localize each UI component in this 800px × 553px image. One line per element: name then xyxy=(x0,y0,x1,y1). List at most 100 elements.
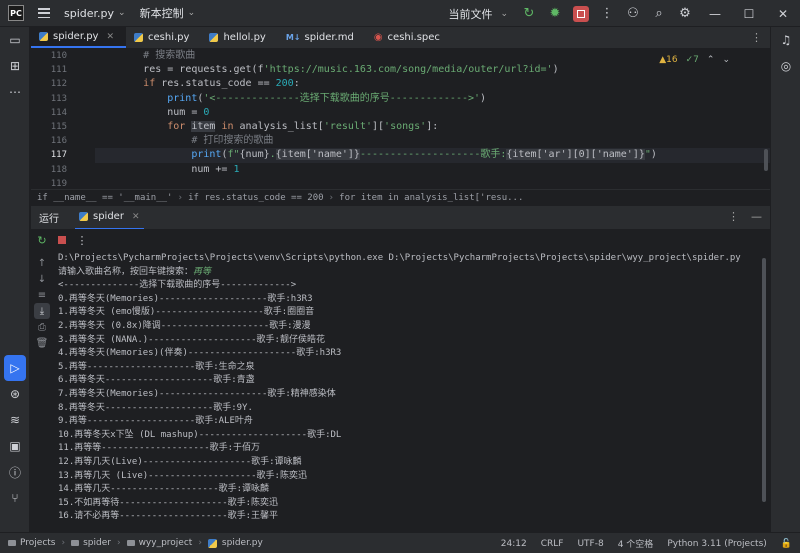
git-branch-icon[interactable]: ⑂ xyxy=(0,485,30,511)
gear-icon[interactable]: ⚙ xyxy=(672,0,698,27)
line-number[interactable]: 113 xyxy=(31,92,71,106)
code-token: 200 xyxy=(275,78,294,90)
main-menu-icon[interactable] xyxy=(38,8,50,18)
close-icon[interactable]: ✕ xyxy=(132,212,140,222)
code-token: 'https://music.163.com/song/media/outer/… xyxy=(263,64,553,76)
inspection-widget[interactable]: ▲16 ✓7 ⌃ ⌄ xyxy=(659,55,730,65)
code-line[interactable]: num += 1 xyxy=(95,163,770,177)
run-config-selector[interactable]: 当前文件 xyxy=(448,6,492,22)
code-token: ) xyxy=(480,92,487,104)
structure-icon[interactable]: ⊞ xyxy=(0,53,30,79)
minimize-panel-icon[interactable]: — xyxy=(751,210,762,223)
code-line[interactable]: num = 0 xyxy=(95,106,770,120)
breadcrumb-item[interactable]: if res.status_code == 200 xyxy=(188,193,323,203)
line-number[interactable]: 117 xyxy=(31,148,71,162)
right-tool-strip: ♫ ◎ xyxy=(770,27,800,532)
tab-ceshi-py[interactable]: ceshi.py xyxy=(126,27,201,48)
console-line: <--------------选择下载歌曲的序号-------------> xyxy=(58,280,297,291)
code-line[interactable]: print(f"{num}.{item['name']}------------… xyxy=(95,148,770,163)
trash-icon[interactable]: 🗑 xyxy=(31,335,53,351)
chevron-down-icon: ⌄ xyxy=(118,8,126,18)
project-selector[interactable]: spider.py xyxy=(64,7,114,20)
more-vertical-icon[interactable]: ⋮ xyxy=(73,231,91,249)
console-scrollbar[interactable] xyxy=(762,258,766,502)
file-encoding[interactable]: UTF-8 xyxy=(577,539,603,549)
code-token: {num} xyxy=(239,149,270,161)
breadcrumb-item[interactable]: if __name__ == '__main__' xyxy=(37,193,172,203)
lock-icon[interactable]: 🔓 xyxy=(781,539,792,549)
problems-icon[interactable]: ⓘ xyxy=(0,459,30,485)
close-icon[interactable]: ✕ xyxy=(106,32,114,42)
code-area[interactable]: # 搜索歌曲 res = requests.get(f'https://musi… xyxy=(95,49,770,187)
chevron-down-icon: ⌄ xyxy=(187,8,196,18)
tab-spider-py[interactable]: spider.py ✕ xyxy=(31,27,127,48)
more-vertical-icon[interactable]: ⋮ xyxy=(728,210,739,223)
line-ending[interactable]: CRLF xyxy=(541,539,564,549)
layers-icon[interactable]: ≋ xyxy=(0,407,30,433)
rerun-icon[interactable]: ↻ xyxy=(33,231,51,249)
more-vertical-icon[interactable]: ⋮ xyxy=(751,31,762,44)
line-number[interactable]: 115 xyxy=(31,120,71,134)
vcs-selector[interactable]: 新本控制 xyxy=(140,5,184,21)
chevron-down-icon: ⌄ xyxy=(722,55,730,65)
status-path-item[interactable]: spider.py xyxy=(222,538,263,548)
arrow-down-icon[interactable]: ↓ xyxy=(31,271,53,287)
scroll-to-end-icon[interactable]: ⤓ xyxy=(34,303,50,319)
line-number[interactable]: 112 xyxy=(31,77,71,91)
tab-ceshi-spec[interactable]: ◉ ceshi.spec xyxy=(366,27,452,48)
notifications-bell-icon[interactable]: ♫ xyxy=(771,27,800,53)
code-line[interactable]: res = requests.get(f'https://music.163.c… xyxy=(95,63,770,77)
line-number[interactable]: 119 xyxy=(31,177,71,187)
code-token: {item['ar'][0]['name']} xyxy=(506,149,645,161)
terminal-icon[interactable]: ▣ xyxy=(0,433,30,459)
search-icon[interactable]: ⌕ xyxy=(646,0,672,27)
soft-wrap-icon[interactable]: ≡ xyxy=(31,287,53,303)
cursor-position[interactable]: 24:12 xyxy=(501,539,527,549)
tab-hellol-py[interactable]: hellol.py xyxy=(201,27,277,48)
run-tool-icon[interactable]: ▷ xyxy=(4,355,26,381)
line-number[interactable]: 110 xyxy=(31,49,71,63)
run-panel-title: 运行 xyxy=(39,214,59,225)
console-line: 9.再等--------------------歌手:ALE叶舟 xyxy=(58,416,253,427)
print-icon[interactable]: ⎙ xyxy=(31,319,53,335)
status-path-item[interactable]: wyy_project xyxy=(139,538,193,548)
close-button[interactable]: ✕ xyxy=(766,0,800,27)
editor-scrollbar[interactable] xyxy=(764,149,768,171)
code-line[interactable] xyxy=(95,177,770,187)
line-number[interactable]: 111 xyxy=(31,63,71,77)
add-user-icon[interactable]: ⚇ xyxy=(620,0,646,27)
status-bar: Projects › spider › wyy_project › spider… xyxy=(0,532,800,553)
maximize-button[interactable]: ☐ xyxy=(732,0,766,27)
python-packages-icon[interactable]: ⊛ xyxy=(0,381,30,407)
line-number[interactable]: 116 xyxy=(31,134,71,148)
minimize-button[interactable]: — xyxy=(698,0,732,27)
more-vertical-icon[interactable]: ⋮ xyxy=(594,0,620,27)
console-line: 2.再等冬天 (0.8x)降调--------------------歌手:漫漫 xyxy=(58,320,311,331)
code-token: print xyxy=(167,92,198,104)
status-path-item[interactable]: spider xyxy=(83,538,111,548)
line-number[interactable]: 114 xyxy=(31,106,71,120)
code-editor[interactable]: 110 111 112 113 114 115 116 117 118 119 # 搜索歌曲 re… xyxy=(31,49,770,187)
indent-setting[interactable]: 4 个空格 xyxy=(618,537,654,550)
code-line[interactable]: for item in analysis_list['result']['son… xyxy=(95,120,770,134)
tab-run-spider[interactable]: spider ✕ xyxy=(75,206,144,230)
console-output[interactable]: D:\Projects\PycharmProjects\Projects\ven… xyxy=(58,252,764,532)
ai-assistant-icon[interactable]: ◎ xyxy=(771,53,800,79)
breadcrumb-item[interactable]: for item in analysis_list['resu... xyxy=(339,193,523,203)
stop-icon[interactable] xyxy=(53,231,71,249)
project-folder-icon[interactable]: ▭ xyxy=(0,27,30,53)
tab-spider-md[interactable]: M↓ spider.md xyxy=(278,27,366,48)
code-line[interactable]: # 打印搜索的歌曲 xyxy=(95,134,770,148)
arrow-up-icon[interactable]: ↑ xyxy=(31,255,53,271)
rerun-icon[interactable]: ↻ xyxy=(516,0,542,27)
code-line[interactable]: print('<--------------选择下载歌曲的序号---------… xyxy=(95,92,770,106)
code-line[interactable]: if res.status_code == 200: xyxy=(95,77,770,91)
stop-button[interactable] xyxy=(568,0,594,27)
more-horizontal-icon[interactable]: ⋯ xyxy=(0,79,30,105)
code-token: --------------------歌手: xyxy=(359,149,507,161)
debug-bug-icon[interactable]: ✹ xyxy=(542,0,568,27)
check-count: ✓7 xyxy=(685,55,699,65)
line-number[interactable]: 118 xyxy=(31,163,71,177)
python-interpreter[interactable]: Python 3.11 (Projects) xyxy=(667,539,766,549)
status-path-item[interactable]: Projects xyxy=(20,538,55,548)
